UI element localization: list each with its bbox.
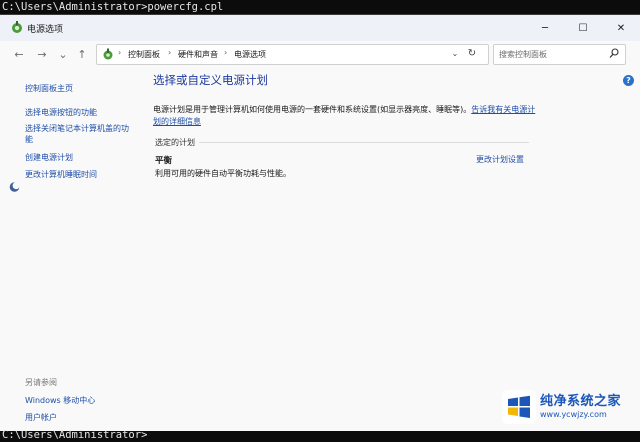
address-history-chevron-icon[interactable]: ⌄ <box>447 44 463 63</box>
watermark-url: www.ycwjzy.com <box>540 410 607 419</box>
console-command-line: C:\Users\Administrator>powercfg.cpl <box>2 1 224 13</box>
search-icon <box>609 48 619 58</box>
see-also-heading: 另请参阅 <box>25 378 57 387</box>
maximize-button[interactable]: ☐ <box>564 15 602 41</box>
refresh-icon[interactable]: ↻ <box>463 44 481 63</box>
section-divider <box>199 142 529 143</box>
windows-mobility-center-link[interactable]: Windows 移动中心 <box>25 395 95 406</box>
search-box[interactable]: 搜索控制面板 <box>493 44 626 65</box>
user-accounts-link[interactable]: 用户帐户 <box>25 412 57 423</box>
page-description: 电源计划是用于管理计算机如何使用电源的一套硬件和系统设置(如显示器亮度、睡眠等)… <box>153 104 543 128</box>
breadcrumb-power-options[interactable]: 电源选项 <box>234 49 266 60</box>
sidebar-item-create-plan[interactable]: 创建电源计划 <box>25 152 73 163</box>
recent-locations-chevron-icon[interactable]: ⌄ <box>54 45 72 63</box>
watermark-logo: 纯净系统之家 www.ycwjzy.com <box>502 388 636 426</box>
help-icon[interactable]: ? <box>623 75 634 86</box>
back-arrow-icon[interactable]: ← <box>10 45 28 63</box>
change-plan-settings-link[interactable]: 更改计划设置 <box>476 154 524 165</box>
control-panel-icon <box>103 48 113 60</box>
selected-plan-label: 选定的计划 <box>155 138 195 147</box>
sidebar-item-sleep-time[interactable]: 更改计算机睡眠时间 <box>25 169 97 180</box>
breadcrumb-control-panel[interactable]: 控制面板 <box>128 49 160 60</box>
control-panel-home-link[interactable]: 控制面板主页 <box>25 83 73 94</box>
plan-description: 利用可用的硬件自动平衡功耗与性能。 <box>155 169 291 178</box>
breadcrumb-separator: › <box>224 48 228 57</box>
breadcrumb-separator: › <box>168 48 172 57</box>
sidebar-item-lid-close[interactable]: 选择关闭笔记本计算机盖的功能 <box>25 123 135 145</box>
breadcrumb-separator: › <box>118 48 122 57</box>
up-arrow-icon[interactable]: ↑ <box>73 45 91 63</box>
power-options-window: 电源选项 ─ ☐ ✕ ← → ⌄ ↑ › 控制面板 › 硬件和声音 › 电源选项… <box>0 14 640 431</box>
plan-name: 平衡 <box>155 156 173 166</box>
power-options-icon <box>12 21 22 33</box>
sidebar-item-power-buttons[interactable]: 选择电源按钮的功能 <box>25 107 97 118</box>
close-button[interactable]: ✕ <box>602 15 640 41</box>
title-bar: 电源选项 ─ ☐ ✕ <box>0 15 640 41</box>
console-prompt-line: C:\Users\Administrator> <box>2 429 148 441</box>
description-text: 电源计划是用于管理计算机如何使用电源的一套硬件和系统设置(如显示器亮度、睡眠等)… <box>153 105 472 114</box>
search-input[interactable]: 搜索控制面板 <box>499 49 547 60</box>
window-title: 电源选项 <box>27 25 64 35</box>
address-bar[interactable]: › 控制面板 › 硬件和声音 › 电源选项 <box>96 44 489 65</box>
watermark-title: 纯净系统之家 <box>540 394 622 409</box>
watermark-windows-icon <box>502 390 536 424</box>
navigation-bar: ← → ⌄ ↑ › 控制面板 › 硬件和声音 › 电源选项 ⌄ ↻ 搜索控制面板 <box>0 41 640 67</box>
moon-sleep-icon <box>9 182 20 192</box>
forward-arrow-icon[interactable]: → <box>33 45 51 63</box>
minimize-button[interactable]: ─ <box>526 15 564 41</box>
breadcrumb-hardware-sound[interactable]: 硬件和声音 <box>178 49 218 60</box>
page-title: 选择或自定义电源计划 <box>153 73 268 87</box>
